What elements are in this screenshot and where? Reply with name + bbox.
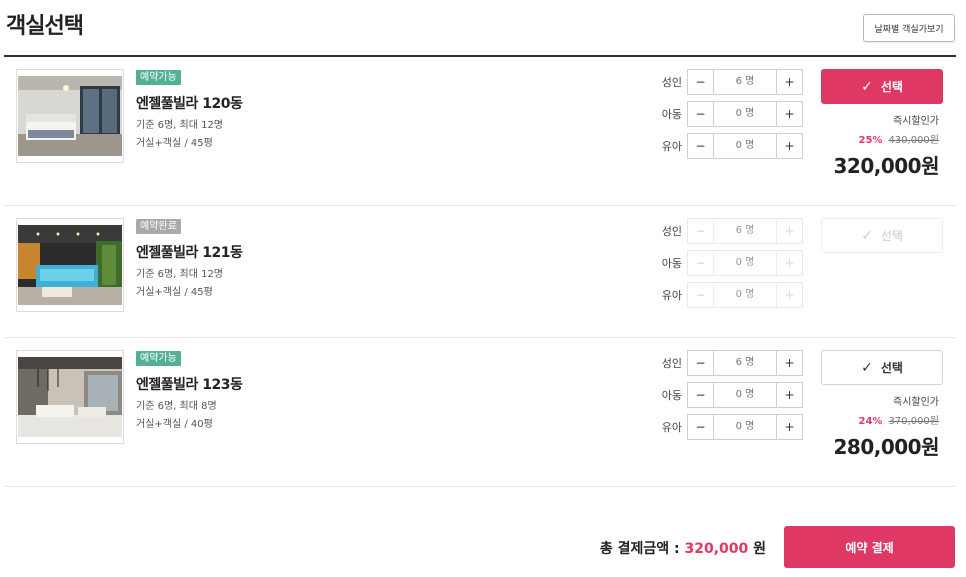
room-name[interactable]: 엔젤풀빌라 121동 <box>136 242 243 262</box>
room-photo-image <box>18 76 122 156</box>
total-amount: 320,000 <box>684 541 749 557</box>
adult-label: 성인 <box>661 76 682 89</box>
status-badge: 예약가능 <box>136 351 181 366</box>
child-label: 아동 <box>661 257 682 270</box>
minus-icon[interactable]: − <box>688 351 714 375</box>
child-label: 아동 <box>661 389 682 402</box>
plus-icon[interactable]: + <box>776 102 802 126</box>
plus-icon[interactable]: + <box>776 134 802 158</box>
original-price: 370,000원 <box>888 416 939 427</box>
plus-icon[interactable]: + <box>776 383 802 407</box>
discount-line: 25% 430,000원 <box>859 131 940 146</box>
infant-count: 0 명 <box>735 421 755 432</box>
room-capacity: 기준 6명, 최대 12명 <box>136 269 224 280</box>
plus-icon: + <box>776 283 802 307</box>
minus-icon: − <box>688 251 714 275</box>
adult-label: 성인 <box>661 225 682 238</box>
child-stepper: − 0 명 + <box>687 101 803 127</box>
room-name[interactable]: 엔젤풀빌라 120동 <box>136 93 243 113</box>
minus-icon[interactable]: − <box>688 70 714 94</box>
child-count: 0 명 <box>735 389 755 400</box>
room-layout: 거실+객실 / 45평 <box>136 287 213 298</box>
original-price: 430,000원 <box>888 135 939 146</box>
room-card-121: 예약완료 엔젤풀빌라 121동 기준 6명, 최대 12명 거실+객실 / 45… <box>4 206 956 338</box>
discount-rate: 25% <box>858 135 883 146</box>
adult-stepper: − 6 명 + <box>687 350 803 376</box>
infant-stepper: − 0 명 + <box>687 133 803 159</box>
child-stepper: − 0 명 + <box>687 250 803 276</box>
status-badge: 예약가능 <box>136 70 181 85</box>
room-price: 280,000원 <box>833 435 940 459</box>
adult-count: 6 명 <box>735 357 755 368</box>
room-photo-image <box>18 357 122 437</box>
infant-stepper: − 0 명 + <box>687 282 803 308</box>
minus-icon[interactable]: − <box>688 415 714 439</box>
room-photo-image <box>18 225 122 305</box>
infant-label: 유아 <box>661 421 682 434</box>
room-card-120: 예약가능 엔젤풀빌라 120동 기준 6명, 최대 12명 거실+객실 / 45… <box>4 57 956 206</box>
room-capacity: 기준 6명, 최대 12명 <box>136 120 224 131</box>
infant-count: 0 명 <box>735 140 755 151</box>
room-card-123: 예약가능 엔젤풀빌라 123동 기준 6명, 최대 8명 거실+객실 / 40평… <box>4 338 956 487</box>
infant-stepper: − 0 명 + <box>687 414 803 440</box>
discount-line: 24% 370,000원 <box>859 412 940 427</box>
minus-icon[interactable]: − <box>688 383 714 407</box>
room-layout: 거실+객실 / 45평 <box>136 138 213 149</box>
adult-count: 6 명 <box>735 76 755 87</box>
reserve-payment-button[interactable]: 예약 결제 <box>784 526 955 568</box>
room-photo[interactable] <box>16 350 124 444</box>
discount-label: 즉시할인가 <box>893 397 939 408</box>
check-icon: ✓ <box>861 227 873 244</box>
select-room-button[interactable]: ✓ 선택 <box>821 69 943 104</box>
date-view-button[interactable]: 날짜별 객실가보기 <box>863 14 955 42</box>
page-title: 객실선택 <box>6 14 84 39</box>
status-badge: 예약완료 <box>136 219 181 234</box>
adult-stepper: − 6 명 + <box>687 218 803 244</box>
plus-icon[interactable]: + <box>776 415 802 439</box>
plus-icon[interactable]: + <box>776 351 802 375</box>
discount-label: 즉시할인가 <box>893 116 939 127</box>
select-room-button: ✓ 선택 <box>821 218 943 253</box>
child-label: 아동 <box>661 108 682 121</box>
infant-count: 0 명 <box>735 289 755 300</box>
room-name[interactable]: 엔젤풀빌라 123동 <box>136 374 243 394</box>
child-count: 0 명 <box>735 257 755 268</box>
minus-icon: − <box>688 283 714 307</box>
child-count: 0 명 <box>735 108 755 119</box>
plus-icon: + <box>776 251 802 275</box>
select-label: 선택 <box>880 229 903 243</box>
plus-icon[interactable]: + <box>776 70 802 94</box>
room-photo[interactable] <box>16 218 124 312</box>
discount-rate: 24% <box>858 416 883 427</box>
select-room-button[interactable]: ✓ 선택 <box>821 350 943 385</box>
adult-label: 성인 <box>661 357 682 370</box>
total-payment: 총 결제금액 : 320,000 원 <box>600 538 766 558</box>
room-photo[interactable] <box>16 69 124 163</box>
child-stepper: − 0 명 + <box>687 382 803 408</box>
room-price: 320,000원 <box>833 154 940 178</box>
room-capacity: 기준 6명, 최대 8명 <box>136 401 217 412</box>
minus-icon[interactable]: − <box>688 102 714 126</box>
total-label: 총 결제금액 : <box>599 541 680 557</box>
check-icon: ✓ <box>861 359 873 376</box>
infant-label: 유아 <box>661 140 682 153</box>
minus-icon[interactable]: − <box>688 134 714 158</box>
infant-label: 유아 <box>661 289 682 302</box>
adult-count: 6 명 <box>735 225 755 236</box>
plus-icon: + <box>776 219 802 243</box>
select-label: 선택 <box>880 361 903 375</box>
total-unit: 원 <box>753 541 766 557</box>
minus-icon: − <box>688 219 714 243</box>
room-layout: 거실+객실 / 40평 <box>136 419 213 430</box>
check-icon: ✓ <box>861 78 873 95</box>
select-label: 선택 <box>880 80 903 94</box>
adult-stepper: − 6 명 + <box>687 69 803 95</box>
